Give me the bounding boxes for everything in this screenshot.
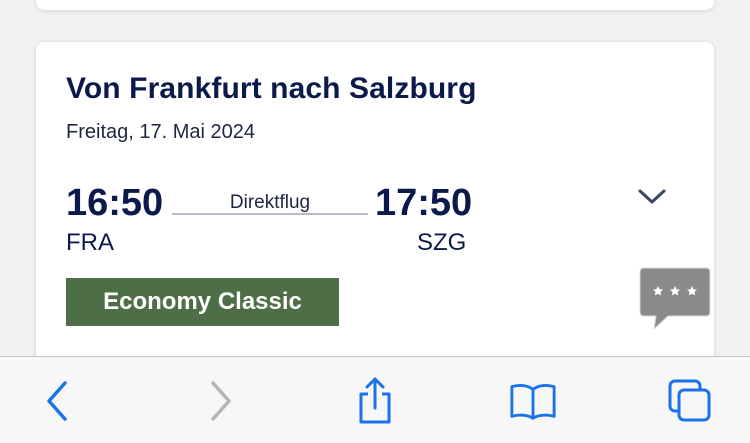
forward-button[interactable] — [196, 377, 244, 425]
previous-flight-card — [36, 0, 714, 10]
arrival-time: 17:50 — [375, 182, 473, 224]
bookmarks-button[interactable] — [509, 377, 557, 425]
share-icon — [359, 377, 391, 424]
chevron-left-icon — [47, 381, 67, 421]
chevron-right-icon — [211, 381, 231, 421]
browser-toolbar — [0, 356, 750, 443]
flight-date: Freitag, 17. Mai 2024 — [66, 121, 255, 143]
tabs-icon — [668, 379, 711, 422]
flight-card: Von Frankfurt nach Salzburg Freitag, 17.… — [36, 42, 714, 372]
share-button[interactable] — [351, 377, 399, 425]
tabs-button[interactable] — [666, 377, 714, 425]
arrival-airport: SZG — [417, 229, 467, 256]
back-button[interactable] — [34, 377, 82, 425]
chevron-down-icon[interactable] — [636, 185, 668, 209]
chat-bubble-icon[interactable] — [638, 266, 712, 332]
flight-type-label: Direktflug — [229, 192, 311, 213]
route-title: Von Frankfurt nach Salzburg — [66, 72, 477, 105]
departure-airport: FRA — [66, 229, 114, 256]
fare-class-badge: Economy Classic — [66, 278, 339, 326]
departure-time: 16:50 — [66, 182, 164, 224]
book-icon — [510, 383, 556, 420]
